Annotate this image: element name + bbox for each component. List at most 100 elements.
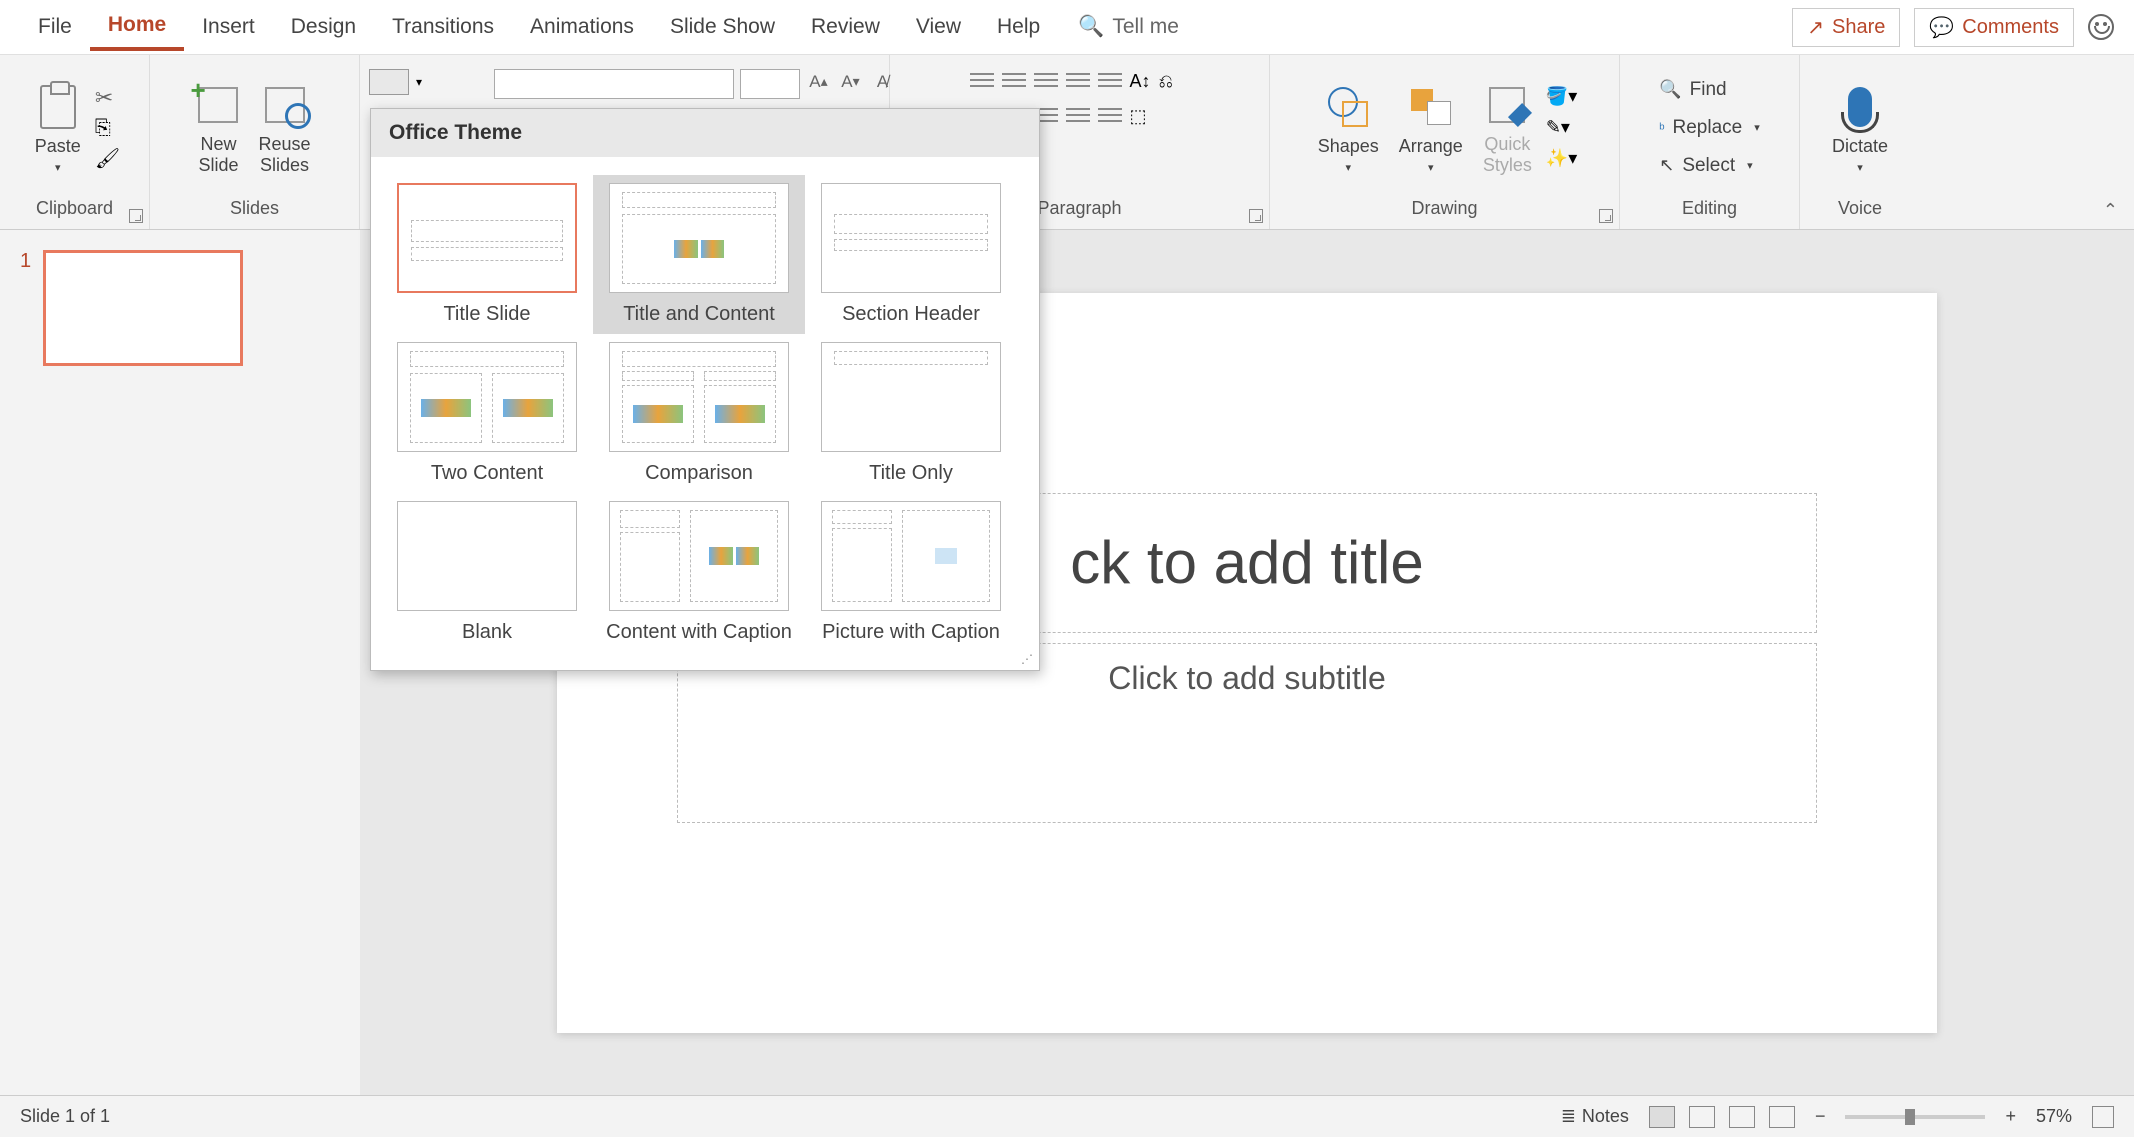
justify-icon[interactable] — [1066, 106, 1090, 126]
tab-animations[interactable]: Animations — [512, 5, 652, 49]
font-family-dropdown[interactable] — [494, 69, 734, 99]
copy-icon[interactable]: ⎘ — [95, 117, 120, 140]
bullets-icon[interactable] — [970, 71, 994, 91]
tab-design[interactable]: Design — [273, 5, 374, 49]
clipboard-dialog-launcher[interactable] — [129, 209, 143, 223]
new-slide-button[interactable]: New Slide — [192, 76, 244, 180]
slide-thumbnail-preview — [43, 250, 243, 366]
statusbar: Slide 1 of 1 ≣ Notes − + 57% — [0, 1095, 2134, 1137]
paste-label: Paste — [35, 136, 81, 157]
layout-picture-with-caption[interactable]: Picture with Caption — [805, 493, 1017, 652]
menubar: File Home Insert Design Transitions Anim… — [0, 0, 2134, 55]
zoom-slider[interactable] — [1845, 1115, 1985, 1119]
slide-counter: Slide 1 of 1 — [20, 1106, 110, 1127]
layout-preview — [821, 501, 1001, 611]
paste-button[interactable]: Paste ▾ — [29, 78, 87, 178]
share-button[interactable]: ↗ Share — [1792, 8, 1900, 47]
layout-preview — [609, 342, 789, 452]
layout-label: Title and Content — [601, 303, 797, 326]
shapes-button[interactable]: Shapes ▾ — [1312, 78, 1385, 178]
slide-sorter-icon[interactable] — [1689, 1106, 1715, 1128]
numbering-icon[interactable] — [1002, 71, 1026, 91]
find-button[interactable]: Find — [1655, 77, 1764, 103]
tab-view[interactable]: View — [898, 5, 979, 49]
dictate-button[interactable]: Dictate ▾ — [1826, 78, 1894, 178]
zoom-out-button[interactable]: − — [1815, 1106, 1826, 1127]
group-editing: Find Replace▾ Select▾ Editing — [1620, 55, 1800, 229]
feedback-smiley-icon[interactable] — [2088, 14, 2114, 40]
layout-blank[interactable]: Blank — [381, 493, 593, 652]
chevron-down-icon: ▾ — [55, 161, 61, 174]
resize-grip-icon[interactable]: ⋰ — [1021, 652, 1033, 666]
quick-styles-label: Quick Styles — [1483, 134, 1532, 176]
sort-icon[interactable]: A↕ — [1130, 71, 1151, 92]
smartart-icon[interactable]: ⬚ — [1130, 106, 1147, 127]
clipboard-icon — [40, 85, 76, 129]
menubar-right: ↗ Share 💬 Comments — [1792, 8, 2114, 47]
tell-me-search[interactable]: 🔍 Tell me — [1078, 15, 1179, 39]
notes-button[interactable]: ≣ Notes — [1561, 1106, 1629, 1127]
layout-content-with-caption[interactable]: Content with Caption — [593, 493, 805, 652]
replace-button[interactable]: Replace▾ — [1655, 115, 1764, 141]
line-spacing-icon[interactable] — [1098, 71, 1122, 91]
notes-icon: ≣ — [1561, 1106, 1576, 1127]
layout-label: Picture with Caption — [813, 621, 1009, 644]
reading-view-icon[interactable] — [1729, 1106, 1755, 1128]
normal-view-icon[interactable] — [1649, 1106, 1675, 1128]
view-mode-buttons — [1649, 1106, 1795, 1128]
group-voice: Dictate ▾ Voice — [1800, 55, 1920, 229]
layout-two-content[interactable]: Two Content — [381, 334, 593, 493]
tab-home[interactable]: Home — [90, 3, 184, 51]
zoom-level[interactable]: 57% — [2036, 1106, 2072, 1127]
arrange-icon — [1411, 89, 1451, 125]
arrange-button[interactable]: Arrange ▾ — [1393, 78, 1469, 178]
layout-label: Two Content — [389, 462, 585, 485]
collapse-ribbon-icon[interactable]: ⌃ — [2103, 200, 2118, 221]
layout-title-only[interactable]: Title Only — [805, 334, 1017, 493]
layout-label: Title Slide — [389, 303, 585, 326]
layout-preview — [609, 183, 789, 293]
reuse-slides-button[interactable]: Reuse Slides — [253, 76, 317, 180]
layout-title-slide[interactable]: Title Slide — [381, 175, 593, 334]
microphone-icon — [1848, 87, 1872, 127]
zoom-in-button[interactable]: + — [2005, 1106, 2016, 1127]
shape-fill-icon[interactable]: 🪣▾ — [1546, 86, 1577, 107]
replace-label: Replace — [1673, 117, 1743, 139]
shape-outline-icon[interactable]: ✎▾ — [1546, 117, 1577, 138]
decrease-indent-icon[interactable] — [1034, 71, 1058, 91]
shape-effects-icon[interactable]: ✨▾ — [1546, 148, 1577, 169]
tab-file[interactable]: File — [20, 5, 90, 49]
new-slide-icon — [198, 87, 238, 123]
chevron-down-icon: ▾ — [1345, 161, 1351, 174]
comments-button[interactable]: 💬 Comments — [1914, 8, 2074, 47]
cut-icon[interactable]: ✂ — [95, 85, 120, 111]
ribbon: Paste ▾ ✂ ⎘ 🖌 Clipboard New Slide Reuse … — [0, 55, 2134, 230]
increase-indent-icon[interactable] — [1066, 71, 1090, 91]
select-button[interactable]: Select▾ — [1655, 153, 1764, 179]
layout-comparison[interactable]: Comparison — [593, 334, 805, 493]
quick-styles-button[interactable]: Quick Styles — [1477, 76, 1538, 180]
decrease-font-icon[interactable]: A▾ — [838, 69, 864, 95]
tab-help[interactable]: Help — [979, 5, 1058, 49]
slide-thumbnail-1[interactable]: 1 — [20, 250, 340, 366]
tab-transitions[interactable]: Transitions — [374, 5, 512, 49]
text-direction-icon[interactable]: ⎌ — [1159, 71, 1173, 92]
increase-font-icon[interactable]: A▴ — [806, 69, 832, 95]
layout-section-header[interactable]: Section Header — [805, 175, 1017, 334]
tab-insert[interactable]: Insert — [184, 5, 273, 49]
font-size-dropdown[interactable] — [740, 69, 800, 99]
paragraph-dialog-launcher[interactable] — [1249, 209, 1263, 223]
arrange-label: Arrange — [1399, 136, 1463, 157]
drawing-dialog-launcher[interactable] — [1599, 209, 1613, 223]
format-painter-icon[interactable]: 🖌 — [95, 146, 120, 171]
columns-icon[interactable] — [1098, 106, 1122, 126]
slideshow-view-icon[interactable] — [1769, 1106, 1795, 1128]
tab-review[interactable]: Review — [793, 5, 898, 49]
tab-slide-show[interactable]: Slide Show — [652, 5, 793, 49]
layout-title-and-content[interactable]: Title and Content — [593, 175, 805, 334]
fit-to-window-icon[interactable] — [2092, 1106, 2114, 1128]
group-clipboard-label: Clipboard — [36, 194, 113, 223]
notes-label: Notes — [1582, 1106, 1629, 1127]
find-label: Find — [1690, 79, 1727, 101]
group-voice-label: Voice — [1838, 194, 1882, 223]
